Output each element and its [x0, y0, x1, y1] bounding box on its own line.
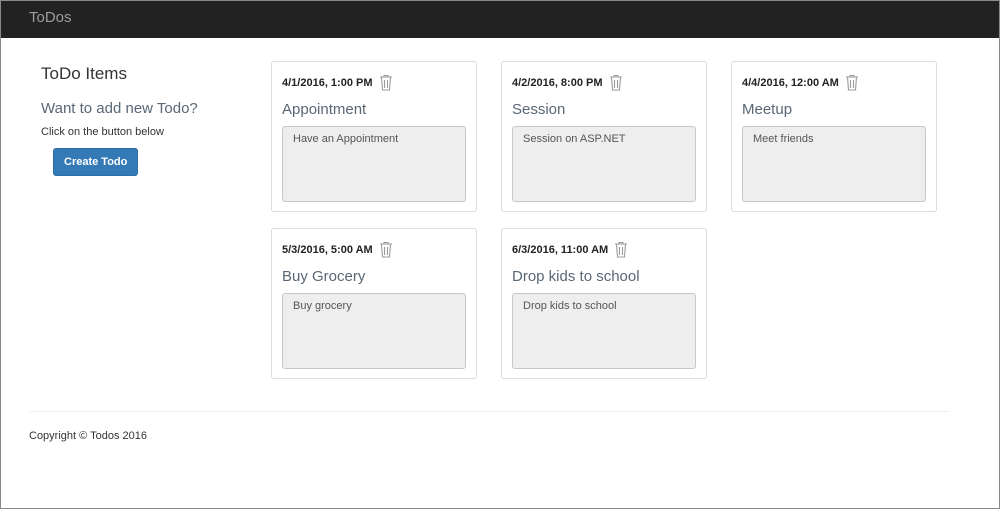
create-todo-button[interactable]: Create Todo — [53, 148, 139, 176]
add-todo-hint: Click on the button below — [41, 126, 164, 138]
todo-description[interactable]: Session on ASP.NET — [512, 126, 696, 202]
todo-title: Appointment — [282, 101, 367, 118]
todo-card: 4/4/2016, 12:00 AM Meetup Meet friends — [731, 61, 937, 212]
todo-date: 4/2/2016, 8:00 PM — [512, 76, 603, 89]
footer-copyright: Copyright © Todos 2016 — [29, 430, 147, 442]
page-title: ToDo Items — [41, 64, 127, 83]
trash-icon[interactable] — [614, 241, 628, 258]
todo-date: 4/1/2016, 1:00 PM — [282, 76, 373, 89]
todo-list: 4/1/2016, 1:00 PM Appointment Have an Ap… — [271, 61, 951, 381]
trash-icon[interactable] — [845, 74, 859, 91]
todo-card: 4/1/2016, 1:00 PM Appointment Have an Ap… — [271, 61, 477, 212]
todo-card: 4/2/2016, 8:00 PM Session Session on ASP… — [501, 61, 707, 212]
navbar: ToDos — [0, 0, 1000, 38]
todo-description[interactable]: Drop kids to school — [512, 293, 696, 369]
todo-date: 4/4/2016, 12:00 AM — [742, 76, 839, 89]
todo-title: Meetup — [742, 101, 793, 118]
trash-icon[interactable] — [379, 241, 393, 258]
todo-date: 5/3/2016, 5:00 AM — [282, 243, 373, 256]
brand-link[interactable]: ToDos — [29, 9, 72, 26]
todo-date: 6/3/2016, 11:00 AM — [512, 243, 609, 256]
footer-divider — [29, 411, 949, 412]
sidebar: ToDo Items Want to add new Todo? Click o… — [41, 64, 241, 176]
todo-description[interactable]: Have an Appointment — [282, 126, 466, 202]
todo-card: 5/3/2016, 5:00 AM Buy Grocery Buy grocer… — [271, 228, 477, 379]
todo-title: Buy Grocery — [282, 268, 366, 285]
trash-icon[interactable] — [379, 74, 393, 91]
trash-icon[interactable] — [609, 74, 623, 91]
add-todo-prompt: Want to add new Todo? — [41, 100, 198, 117]
todo-card: 6/3/2016, 11:00 AM Drop kids to school D… — [501, 228, 707, 379]
todo-description[interactable]: Meet friends — [742, 126, 926, 202]
todo-description[interactable]: Buy grocery — [282, 293, 466, 369]
todo-title: Session — [512, 101, 566, 118]
todo-title: Drop kids to school — [512, 268, 640, 285]
